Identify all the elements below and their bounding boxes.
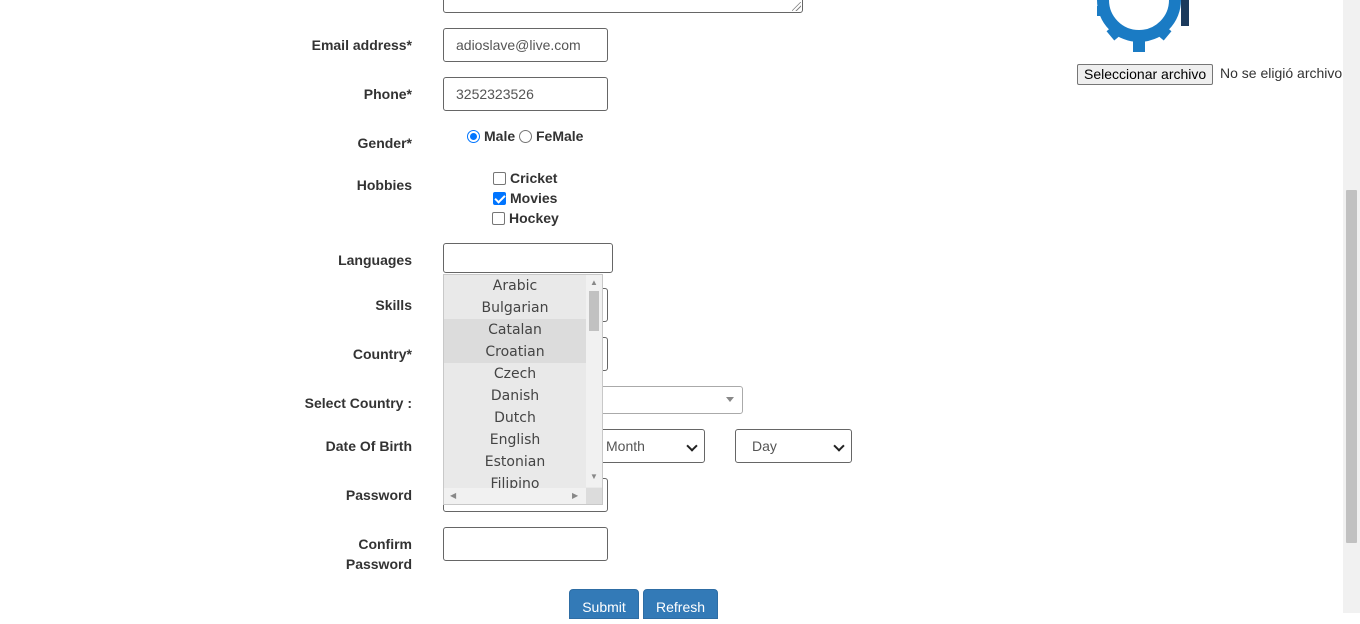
dropdown-horizontal-scrollbar[interactable]: ◀ ▶ (444, 488, 586, 504)
language-option[interactable]: Danish (444, 385, 586, 407)
file-status-text: No se eligió archivo (1220, 65, 1343, 81)
hobby-cricket-checkbox[interactable] (493, 172, 506, 185)
languages-label: Languages (338, 252, 412, 268)
languages-input[interactable] (443, 243, 613, 273)
email-label: Email address* (311, 37, 412, 53)
dob-month-select[interactable]: Month (590, 429, 705, 463)
address-textarea[interactable] (443, 0, 803, 13)
language-option[interactable]: Croatian (444, 341, 586, 363)
language-option[interactable]: Dutch (444, 407, 586, 429)
language-option[interactable]: Arabic (444, 275, 586, 297)
language-option[interactable]: Catalan (444, 319, 586, 341)
gender-female-radio[interactable] (519, 130, 532, 143)
select-country-label: Select Country : (304, 395, 412, 411)
hobby-hockey-checkbox[interactable] (492, 212, 505, 225)
refresh-button[interactable]: Refresh (643, 589, 718, 619)
language-option[interactable]: Estonian (444, 451, 586, 473)
gender-female-label: FeMale (536, 128, 584, 144)
dob-day-value: Day (752, 438, 777, 454)
hobby-movies-label: Movies (510, 190, 558, 206)
scroll-down-icon[interactable]: ▼ (590, 473, 598, 481)
gender-male-radio[interactable] (467, 130, 480, 143)
scroll-up-icon[interactable]: ▲ (590, 279, 598, 287)
confirm-password-label-line2: Password (345, 556, 412, 572)
dob-month-value: Month (606, 438, 645, 454)
gender-label: Gender* (357, 135, 412, 151)
email-field[interactable]: adioslave@live.com (443, 28, 608, 62)
dropdown-scroll-thumb[interactable] (589, 291, 599, 331)
language-option[interactable]: Bulgarian (444, 297, 586, 319)
dob-label: Date Of Birth (325, 438, 412, 454)
confirm-password-label-line1: Confirm (358, 536, 412, 552)
confirm-password-field[interactable] (443, 527, 608, 561)
gear-logo-icon (1097, 0, 1189, 52)
country-label: Country* (352, 346, 412, 362)
hobby-hockey-label: Hockey (509, 210, 559, 226)
chevron-down-icon (833, 440, 845, 452)
dropdown-vertical-scrollbar[interactable]: ▲ ▼ (586, 275, 602, 487)
phone-label: Phone* (363, 86, 412, 102)
choose-file-button[interactable]: Seleccionar archivo (1077, 64, 1214, 85)
languages-list: Arabic Bulgarian Catalan Croatian Czech … (444, 275, 586, 495)
hobby-movies-checkbox[interactable] (493, 192, 506, 205)
password-label: Password (345, 487, 412, 503)
scroll-left-icon[interactable]: ◀ (450, 492, 456, 500)
page-scrollbar[interactable] (1343, 0, 1360, 613)
languages-dropdown[interactable]: Arabic Bulgarian Catalan Croatian Czech … (443, 274, 603, 505)
scrollbar-corner (586, 488, 602, 504)
phone-field[interactable]: 3252323526 (443, 77, 608, 111)
scroll-right-icon[interactable]: ▶ (572, 492, 578, 500)
skills-label: Skills (375, 297, 412, 313)
page-scroll-thumb[interactable] (1346, 190, 1357, 543)
hobby-cricket-label: Cricket (510, 170, 558, 186)
combobox-arrow-icon (726, 397, 734, 402)
dob-day-select[interactable]: Day (735, 429, 852, 463)
language-option[interactable]: Czech (444, 363, 586, 385)
resize-handle[interactable] (792, 2, 801, 11)
hobbies-label: Hobbies (356, 177, 412, 193)
chevron-down-icon (686, 440, 698, 452)
language-option[interactable]: English (444, 429, 586, 451)
submit-button[interactable]: Submit (569, 589, 639, 619)
gender-male-label: Male (484, 128, 516, 144)
